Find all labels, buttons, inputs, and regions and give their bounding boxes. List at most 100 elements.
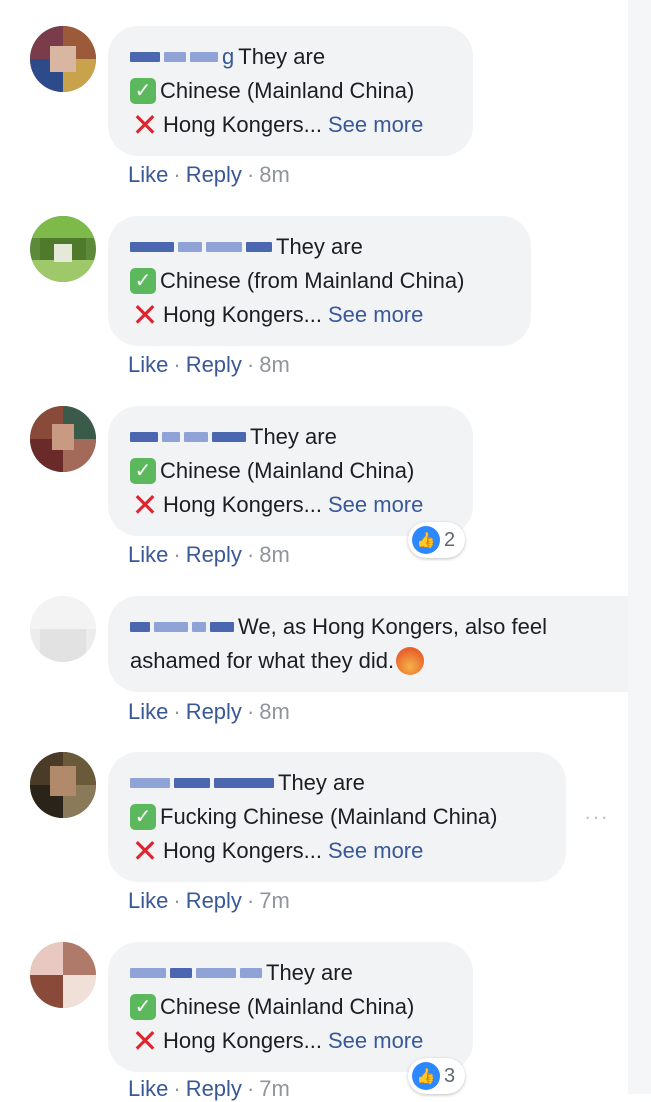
avatar[interactable]	[30, 752, 96, 818]
right-scroll-gutter	[628, 0, 651, 1094]
comment-bubble: We, as Hong Kongers, also feel ashamed f…	[108, 596, 628, 692]
comment-line-2: ✓ Fucking Chinese (Mainland China)	[130, 800, 546, 834]
timestamp[interactable]: 7m	[259, 1076, 290, 1101]
cross-mark-icon: ✕	[131, 1023, 159, 1059]
comment-text: They are	[266, 960, 353, 985]
timestamp[interactable]: 8m	[259, 352, 290, 377]
separator-dot: ·	[246, 1076, 255, 1101]
separator-dot: ·	[173, 699, 181, 724]
comment-line-2: ✓ Chinese (from Mainland China)	[130, 264, 511, 298]
comment-line-3: ✕ Hong Kongers... See more	[130, 1024, 453, 1058]
separator-dot: ·	[173, 1076, 181, 1101]
author-name-link[interactable]	[130, 968, 262, 978]
avatar[interactable]	[30, 26, 96, 92]
comment-text: Hong Kongers...	[163, 302, 322, 327]
avatar[interactable]	[30, 216, 96, 282]
comment-actions: Like · Reply · 8m	[128, 542, 290, 568]
comment-bubble: They are ✓ Fucking Chinese (Mainland Chi…	[108, 752, 566, 882]
cross-mark-icon: ✕	[131, 833, 159, 869]
like-link[interactable]: Like	[128, 352, 168, 377]
comment-text: Chinese (from Mainland China)	[160, 268, 465, 293]
reaction-count-badge[interactable]: 👍 2	[408, 522, 466, 558]
see-more-link[interactable]: See more	[328, 1024, 423, 1058]
like-icon: 👍	[412, 1062, 440, 1090]
avatar[interactable]	[30, 406, 96, 472]
timestamp[interactable]: 8m	[259, 162, 290, 187]
like-link[interactable]: Like	[128, 888, 168, 913]
reply-link[interactable]: Reply	[186, 888, 242, 913]
comment-line-1: They are	[130, 766, 546, 800]
separator-dot: ·	[246, 542, 255, 567]
comment-text: They are	[238, 44, 326, 69]
separator-dot: ·	[246, 352, 255, 377]
like-link[interactable]: Like	[128, 699, 168, 724]
comment-line-3: ✕ Hong Kongers... See more	[130, 298, 511, 332]
check-mark-icon: ✓	[130, 268, 156, 294]
comment-text: Chinese (Mainland China)	[160, 458, 415, 483]
reply-link[interactable]: Reply	[186, 699, 242, 724]
separator-dot: ·	[246, 699, 255, 724]
comment-actions: Like · Reply · 8m	[128, 699, 290, 725]
comment-actions: Like · Reply · 7m	[128, 1076, 290, 1102]
comment-bubble: g They are ✓ Chinese (Mainland China) ✕ …	[108, 26, 473, 156]
check-mark-icon: ✓	[130, 804, 156, 830]
comment-text: They are	[278, 770, 365, 795]
comment-text: Hong Kongers...	[163, 492, 322, 517]
author-name-tail[interactable]: g	[222, 40, 234, 74]
comment-text: ashamed for what they did.	[130, 648, 395, 673]
comment-text: Fucking Chinese (Mainland China)	[160, 804, 498, 829]
comment-text: Hong Kongers...	[163, 112, 322, 137]
like-link[interactable]: Like	[128, 162, 168, 187]
reply-link[interactable]: Reply	[186, 542, 242, 567]
comment-line-2: ✓ Chinese (Mainland China)	[130, 990, 453, 1024]
like-link[interactable]: Like	[128, 542, 168, 567]
see-more-link[interactable]: See more	[328, 108, 423, 142]
separator-dot: ·	[173, 162, 181, 187]
comment-line-3: ✕ Hong Kongers... See more	[130, 834, 546, 868]
comment-actions: Like · Reply · 8m	[128, 162, 290, 188]
author-name-link[interactable]	[130, 242, 272, 252]
comment-actions: Like · Reply · 7m	[128, 888, 290, 914]
comment-text: Hong Kongers...	[163, 838, 322, 863]
timestamp[interactable]: 8m	[259, 699, 290, 724]
reaction-count: 2	[444, 528, 456, 551]
author-name-link[interactable]: g	[130, 40, 234, 74]
comment-line-2: ashamed for what they did.	[130, 644, 618, 678]
comment-actions: Like · Reply · 8m	[128, 352, 290, 378]
author-name-link[interactable]	[130, 778, 274, 788]
comment-line-1: g They are	[130, 40, 453, 74]
comment-line-1: We, as Hong Kongers, also feel	[130, 610, 618, 644]
comment-line-3: ✕ Hong Kongers... See more	[130, 488, 453, 522]
reply-link[interactable]: Reply	[186, 1076, 242, 1101]
check-mark-icon: ✓	[130, 458, 156, 484]
avatar[interactable]	[30, 596, 96, 662]
see-more-link[interactable]: See more	[328, 488, 423, 522]
comment-bubble: They are ✓ Chinese (Mainland China) ✕ Ho…	[108, 406, 473, 536]
check-mark-icon: ✓	[130, 78, 156, 104]
more-options-icon[interactable]: ···	[584, 804, 609, 830]
comment-bubble: They are ✓ Chinese (Mainland China) ✕ Ho…	[108, 942, 473, 1072]
comment-text: Chinese (Mainland China)	[160, 78, 415, 103]
comment-bubble: They are ✓ Chinese (from Mainland China)…	[108, 216, 531, 346]
author-name-link[interactable]	[130, 622, 234, 632]
reply-link[interactable]: Reply	[186, 352, 242, 377]
reply-link[interactable]: Reply	[186, 162, 242, 187]
comment-text: We, as Hong Kongers, also feel	[238, 614, 547, 639]
like-link[interactable]: Like	[128, 1076, 168, 1101]
comment-line-1: They are	[130, 956, 453, 990]
avatar[interactable]	[30, 942, 96, 1008]
separator-dot: ·	[173, 352, 181, 377]
timestamp[interactable]: 8m	[259, 542, 290, 567]
comment-line-3: ✕ Hong Kongers... See more	[130, 108, 453, 142]
see-more-link[interactable]: See more	[328, 298, 423, 332]
comment-text: They are	[250, 424, 337, 449]
cross-mark-icon: ✕	[131, 107, 159, 143]
reaction-count-badge[interactable]: 👍 3	[408, 1058, 466, 1094]
timestamp[interactable]: 7m	[259, 888, 290, 913]
check-mark-icon: ✓	[130, 994, 156, 1020]
comment-line-2: ✓ Chinese (Mainland China)	[130, 74, 453, 108]
comment-line-2: ✓ Chinese (Mainland China)	[130, 454, 453, 488]
see-more-link[interactable]: See more	[328, 834, 423, 868]
author-name-link[interactable]	[130, 432, 246, 442]
comment-text: Chinese (Mainland China)	[160, 994, 415, 1019]
